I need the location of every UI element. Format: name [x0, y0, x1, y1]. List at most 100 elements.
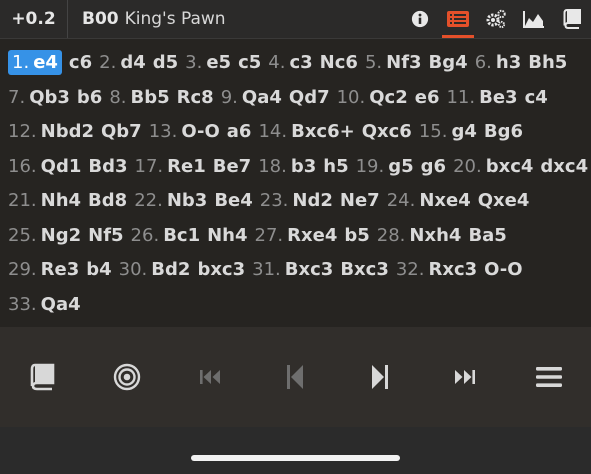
black-move[interactable]: h5 — [323, 156, 348, 177]
white-move[interactable]: bxc4 — [486, 156, 534, 177]
white-move[interactable]: h3 — [496, 52, 521, 73]
move-list-panel: 1. e4 c6 2. d4 d5 3. e5 c5 4. c3 Nc6 5. Nf3 Bg4 6. h3 Bh5… — [0, 39, 591, 327]
move-number: 9. — [220, 86, 238, 108]
black-move[interactable]: Qxe4 — [478, 190, 530, 211]
previous-move-icon — [287, 365, 304, 389]
white-move[interactable]: Bxc6+ — [291, 121, 355, 142]
black-move[interactable]: b4 — [86, 259, 111, 280]
white-move[interactable]: Qb3 — [29, 87, 70, 108]
black-move[interactable]: b6 — [77, 87, 102, 108]
black-move[interactable]: Bg6 — [484, 121, 523, 142]
white-move[interactable]: Re3 — [41, 259, 80, 280]
white-move[interactable]: Nb3 — [167, 190, 207, 211]
move-number: 33. — [8, 293, 37, 315]
opening-book-button[interactable] — [14, 349, 70, 405]
black-move[interactable]: Bxc3 — [340, 259, 389, 280]
black-move[interactable]: O-O — [484, 259, 522, 280]
white-move[interactable]: Bd2 — [151, 259, 190, 280]
move-number: 1. — [8, 50, 30, 75]
black-move[interactable]: c4 — [525, 87, 548, 108]
black-move[interactable]: c5 — [238, 52, 261, 73]
white-move[interactable]: Qd1 — [41, 156, 82, 177]
black-move[interactable]: e6 — [415, 87, 440, 108]
black-move[interactable]: Nh4 — [207, 225, 247, 246]
white-move[interactable]: Nh4 — [41, 190, 81, 211]
move-line: 29. Re3 b4 30. Bd2 bxc3 31. Bxc3 Bxc3 32. Rxc3 O-O — [8, 253, 583, 288]
move-number: 28. — [376, 224, 406, 246]
white-move[interactable]: Bb5 — [131, 87, 170, 108]
black-move[interactable]: Bg4 — [429, 52, 468, 73]
white-move[interactable]: Rxc3 — [428, 259, 477, 280]
black-move[interactable]: d5 — [153, 52, 178, 73]
home-indicator[interactable] — [191, 455, 400, 461]
first-move-button[interactable] — [183, 349, 239, 405]
black-move[interactable]: b5 — [344, 225, 369, 246]
move-line: 25. Ng2 Nf5 26. Bc1 Nh4 27. Rxe4 b5 28. Nxh4 Ba5 — [8, 219, 583, 254]
black-move[interactable]: Bh5 — [528, 52, 567, 73]
black-move[interactable]: Ne7 — [340, 190, 380, 211]
move-number: 2. — [99, 52, 117, 73]
move-line: 12. Nbd2 Qb7 13. O-O a6 14. Bxc6+ Qxc6 15. g4 Bg6 — [8, 115, 583, 150]
white-move[interactable]: Nbd2 — [41, 121, 94, 142]
black-move[interactable]: Nc6 — [320, 52, 358, 73]
black-move[interactable]: c6 — [69, 52, 92, 73]
white-move[interactable]: Nd2 — [292, 190, 332, 211]
current-move[interactable]: e4 — [29, 50, 62, 75]
white-move[interactable]: Nxe4 — [419, 190, 470, 211]
black-move[interactable]: Be4 — [214, 190, 252, 211]
white-move[interactable]: d4 — [120, 52, 145, 73]
black-move[interactable]: Qb7 — [101, 121, 142, 142]
last-move-icon — [455, 370, 476, 384]
move-number: 24. — [386, 190, 416, 211]
chart-icon — [523, 11, 544, 28]
white-move[interactable]: g4 — [451, 121, 476, 142]
white-move[interactable]: Rxe4 — [287, 225, 337, 246]
previous-move-button[interactable] — [267, 349, 323, 405]
black-move[interactable]: Bd8 — [88, 190, 127, 211]
black-move[interactable]: Rc8 — [177, 87, 214, 108]
move-number: 5. — [364, 52, 383, 73]
black-move[interactable]: Qxc6 — [362, 121, 412, 142]
settings-button[interactable] — [477, 0, 515, 38]
move-number: 30. — [118, 259, 148, 280]
move-number: 14. — [258, 121, 288, 142]
move-line: 16. Qd1 Bd3 17. Re1 Be7 18. b3 h5 19. g5 g6 20. bxc4 d… — [8, 150, 588, 185]
analysis-button[interactable] — [99, 349, 155, 405]
white-move[interactable]: O-O — [181, 121, 219, 142]
black-move[interactable]: Qd7 — [289, 87, 330, 108]
white-move[interactable]: Be3 — [479, 87, 517, 108]
chart-button[interactable] — [515, 0, 553, 38]
black-move[interactable]: Ba5 — [468, 225, 506, 246]
book-button[interactable] — [553, 0, 591, 38]
white-move[interactable]: Qc2 — [369, 87, 408, 108]
info-icon — [411, 10, 429, 28]
move-number: 13. — [148, 121, 178, 142]
white-move[interactable]: Qa4 — [41, 294, 81, 315]
first-move-icon — [200, 370, 221, 384]
last-move-button[interactable] — [436, 349, 492, 405]
white-move[interactable]: b3 — [291, 156, 316, 177]
white-move[interactable]: c3 — [289, 52, 312, 73]
info-button[interactable] — [401, 0, 439, 38]
white-move[interactable]: g5 — [388, 156, 413, 177]
white-move[interactable]: Bxc3 — [285, 259, 334, 280]
eco-code: B00 — [82, 9, 119, 29]
next-move-button[interactable] — [352, 349, 408, 405]
white-move[interactable]: Qa4 — [242, 87, 282, 108]
black-move[interactable]: a6 — [227, 121, 252, 142]
menu-button[interactable] — [521, 349, 577, 405]
move-list-button[interactable] — [439, 0, 477, 38]
white-move[interactable]: e5 — [206, 52, 231, 73]
black-move[interactable]: Bd3 — [88, 156, 127, 177]
black-move[interactable]: dxc4 — [540, 156, 588, 177]
black-move[interactable]: Be7 — [213, 156, 251, 177]
black-move[interactable]: g6 — [421, 156, 446, 177]
white-move[interactable]: Re1 — [167, 156, 206, 177]
white-move[interactable]: Ng2 — [41, 225, 81, 246]
white-move[interactable]: Nf3 — [386, 52, 421, 73]
white-move[interactable]: Bc1 — [163, 225, 200, 246]
white-move[interactable]: Nxh4 — [409, 225, 461, 246]
black-move[interactable]: bxc3 — [197, 259, 245, 280]
move-number: 11. — [446, 86, 476, 108]
black-move[interactable]: Nf5 — [88, 225, 123, 246]
